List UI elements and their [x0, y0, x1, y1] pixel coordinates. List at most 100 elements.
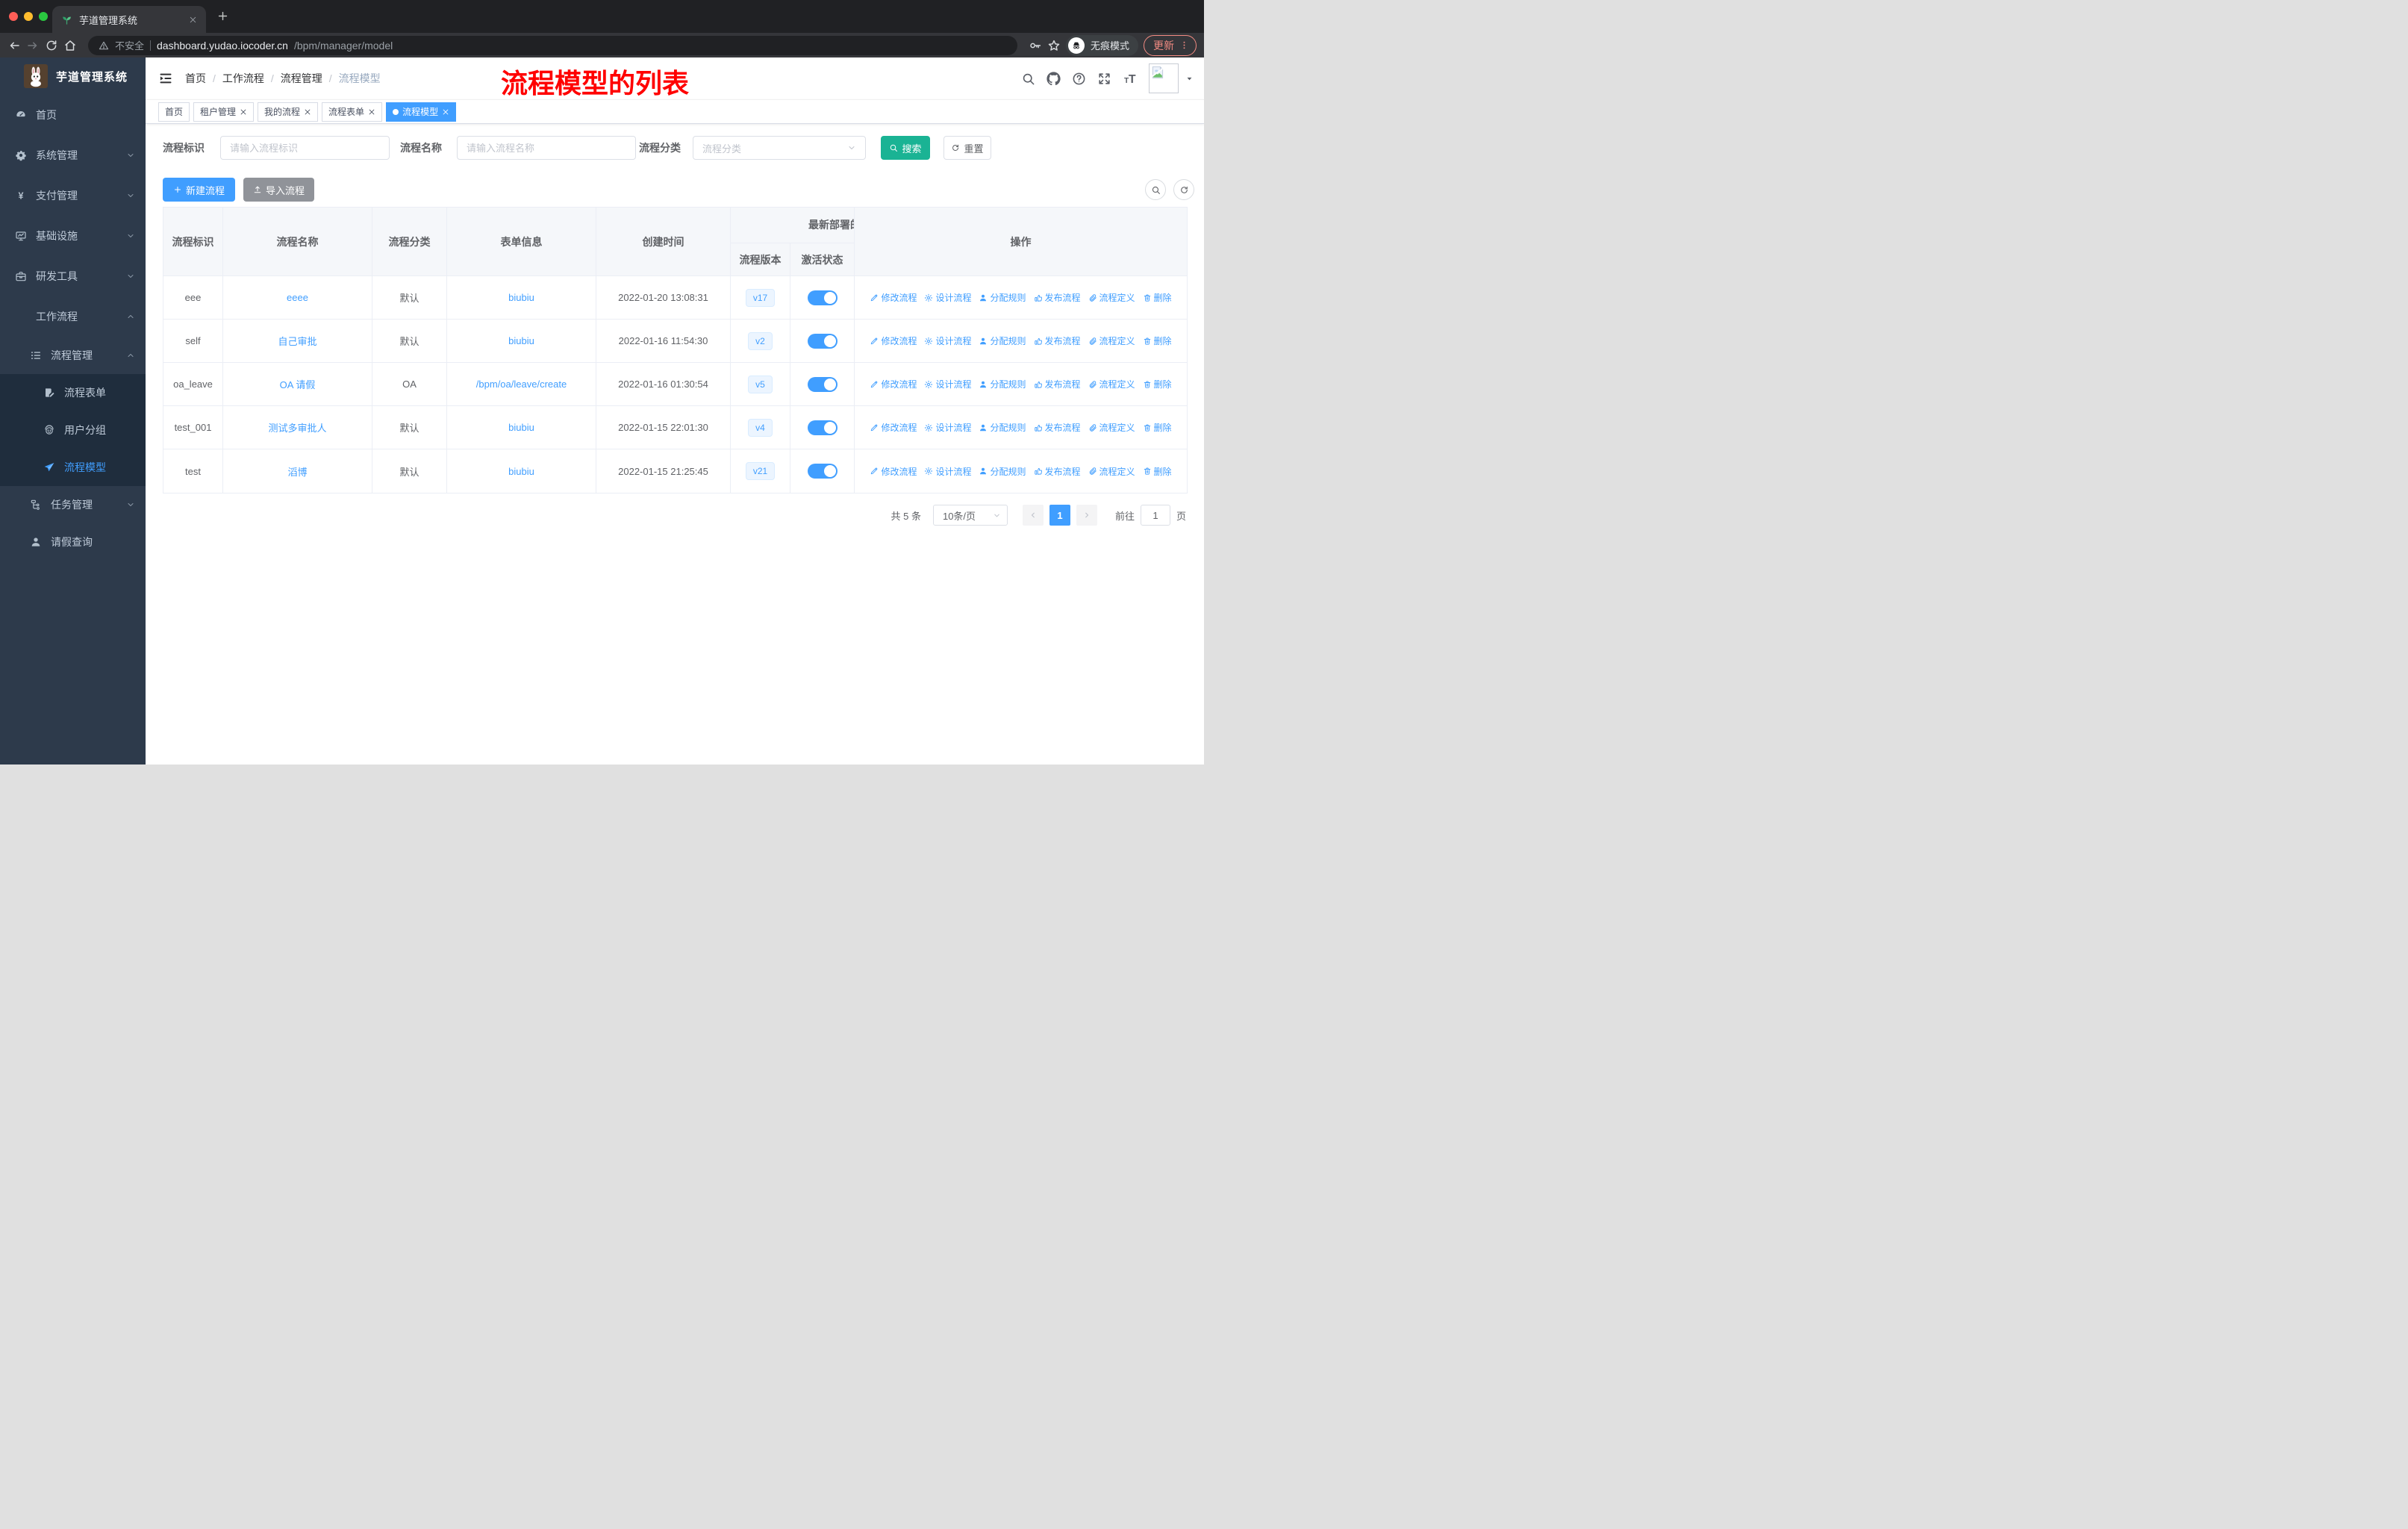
tab-tag-4[interactable]: 流程模型 [386, 102, 457, 122]
action-publish[interactable]: 发布流程 [1034, 421, 1081, 434]
sidebar-item-6[interactable]: 流程管理 [0, 337, 146, 374]
action-edit[interactable]: 修改流程 [870, 334, 917, 347]
sidebar-item-9[interactable]: 流程模型 [0, 449, 146, 486]
action-definition[interactable]: 流程定义 [1088, 421, 1135, 434]
browser-tab[interactable]: 芋道管理系统 [52, 6, 206, 33]
action-assign[interactable]: 分配规则 [979, 291, 1026, 304]
model-name-link[interactable]: 自己审批 [278, 334, 316, 348]
action-definition[interactable]: 流程定义 [1088, 334, 1135, 347]
model-name-link[interactable]: eeee [287, 292, 308, 303]
font-size-icon[interactable]: TT [1123, 72, 1137, 86]
breadcrumb-process-manage[interactable]: 流程管理 [281, 71, 322, 86]
action-definition[interactable]: 流程定义 [1088, 378, 1135, 390]
action-assign[interactable]: 分配规则 [979, 334, 1026, 347]
toggle-search-button[interactable] [1145, 179, 1166, 200]
prev-page-button[interactable] [1022, 505, 1044, 526]
model-name-link[interactable]: OA 请假 [280, 377, 316, 391]
action-publish[interactable]: 发布流程 [1034, 291, 1081, 304]
hamburger-icon[interactable] [158, 71, 173, 86]
app-logo[interactable]: 芋道管理系统 [0, 57, 146, 95]
fullscreen-icon[interactable] [1097, 72, 1111, 86]
activation-toggle[interactable] [807, 333, 838, 349]
breadcrumb-workflow[interactable]: 工作流程 [222, 71, 264, 86]
sidebar-item-4[interactable]: 研发工具 [0, 256, 146, 296]
form-info-link[interactable]: /bpm/oa/leave/create [476, 379, 567, 390]
address-bar[interactable]: 不安全 dashboard.yudao.iocoder.cn/bpm/manag… [88, 35, 1017, 55]
chevron-down-icon[interactable] [1185, 75, 1194, 83]
avatar[interactable] [1149, 63, 1179, 93]
action-assign[interactable]: 分配规则 [979, 421, 1026, 434]
action-definition[interactable]: 流程定义 [1088, 465, 1135, 478]
create-process-button[interactable]: 新建流程 [163, 178, 235, 202]
activation-toggle[interactable] [807, 464, 838, 479]
sidebar-item-3[interactable]: 基础设施 [0, 216, 146, 256]
form-info-link[interactable]: biubiu [508, 292, 534, 303]
filter-name-input[interactable] [457, 136, 636, 160]
action-delete[interactable]: 删除 [1143, 421, 1172, 434]
action-design[interactable]: 设计流程 [924, 291, 971, 304]
sidebar-item-7[interactable]: 流程表单 [0, 374, 146, 411]
help-icon[interactable] [1072, 72, 1086, 86]
sidebar-item-10[interactable]: 任务管理 [0, 486, 146, 523]
forward-button[interactable] [26, 39, 40, 52]
form-info-link[interactable]: biubiu [508, 335, 534, 346]
action-publish[interactable]: 发布流程 [1034, 378, 1081, 390]
action-edit[interactable]: 修改流程 [870, 291, 917, 304]
sidebar-item-2[interactable]: ¥ 支付管理 [0, 175, 146, 216]
action-definition[interactable]: 流程定义 [1088, 291, 1135, 304]
sidebar-item-11[interactable]: 请假查询 [0, 523, 146, 561]
tab-tag-1[interactable]: 租户管理 [193, 102, 255, 122]
refresh-table-button[interactable] [1173, 179, 1194, 200]
sidebar-item-8[interactable]: 用户分组 [0, 411, 146, 449]
next-page-button[interactable] [1076, 505, 1097, 526]
goto-page-input[interactable] [1140, 505, 1170, 526]
browser-menu-icon[interactable] [1179, 40, 1189, 50]
action-design[interactable]: 设计流程 [924, 334, 971, 347]
model-name-link[interactable]: 滔博 [287, 464, 307, 479]
action-publish[interactable]: 发布流程 [1034, 334, 1081, 347]
security-warning-icon[interactable] [99, 40, 109, 51]
github-icon[interactable] [1047, 71, 1061, 86]
import-process-button[interactable]: 导入流程 [243, 178, 314, 202]
sidebar-item-5[interactable]: 工作流程 [0, 296, 146, 337]
tag-close-icon[interactable] [304, 108, 311, 116]
action-assign[interactable]: 分配规则 [979, 465, 1026, 478]
activation-toggle[interactable] [807, 420, 838, 435]
filter-category-select[interactable]: 流程分类 [693, 136, 866, 160]
back-button[interactable] [7, 39, 21, 52]
tag-close-icon[interactable] [240, 108, 247, 116]
form-info-link[interactable]: biubiu [508, 466, 534, 477]
home-button[interactable] [63, 39, 77, 52]
model-name-link[interactable]: 测试多审批人 [268, 420, 326, 435]
action-delete[interactable]: 删除 [1143, 291, 1172, 304]
action-delete[interactable]: 删除 [1143, 334, 1172, 347]
breadcrumb-home[interactable]: 首页 [185, 71, 206, 86]
action-design[interactable]: 设计流程 [924, 378, 971, 390]
window-minimize-button[interactable] [24, 12, 33, 21]
bookmark-star-icon[interactable] [1047, 39, 1061, 52]
header-search-icon[interactable] [1021, 72, 1035, 86]
action-publish[interactable]: 发布流程 [1034, 465, 1081, 478]
filter-key-input[interactable] [220, 136, 390, 160]
action-assign[interactable]: 分配规则 [979, 378, 1026, 390]
action-delete[interactable]: 删除 [1143, 378, 1172, 390]
reset-button[interactable]: 重置 [943, 136, 991, 160]
action-edit[interactable]: 修改流程 [870, 465, 917, 478]
tag-close-icon[interactable] [368, 108, 375, 116]
action-delete[interactable]: 删除 [1143, 465, 1172, 478]
tab-tag-2[interactable]: 我的流程 [258, 102, 319, 122]
window-close-button[interactable] [9, 12, 18, 21]
tag-close-icon[interactable] [442, 108, 449, 116]
page-size-select[interactable]: 10条/页 [932, 505, 1008, 526]
reload-button[interactable] [45, 39, 58, 52]
activation-toggle[interactable] [807, 376, 838, 392]
search-button[interactable]: 搜索 [881, 136, 930, 160]
update-button[interactable]: 更新 [1144, 34, 1197, 56]
sidebar-item-0[interactable]: 首页 [0, 95, 146, 135]
sidebar-item-1[interactable]: 系统管理 [0, 135, 146, 175]
tab-tag-3[interactable]: 流程表单 [322, 102, 383, 122]
page-number-button[interactable]: 1 [1049, 505, 1070, 526]
tab-close-icon[interactable] [189, 16, 197, 24]
password-key-icon[interactable] [1029, 39, 1042, 52]
action-design[interactable]: 设计流程 [924, 465, 971, 478]
